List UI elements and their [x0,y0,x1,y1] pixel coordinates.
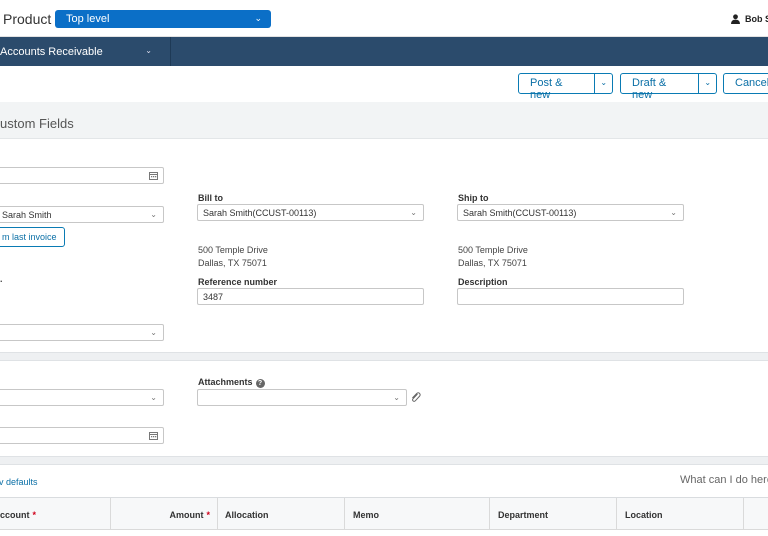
calendar-icon [149,432,158,440]
table-row[interactable] [0,529,768,536]
required-marker: * [206,510,210,520]
description-label: Description [458,277,508,287]
column-department-label: Department [498,510,549,520]
chevron-down-icon: ⌄ [670,208,677,217]
ship-to-select[interactable]: Sarah Smith(CCUST-00113) ⌄ [457,204,684,221]
chevron-down-icon: ⌄ [393,393,400,402]
column-department[interactable]: Department [490,498,617,530]
reference-number-input[interactable]: 3487 [197,288,424,305]
entity-select-value: Top level [66,13,110,25]
bill-to-address-line1: 500 Temple Drive [198,245,268,255]
copy-last-invoice-label: m last invoice [2,232,57,242]
cancel-button-wrap: Cancel [723,73,768,94]
user-icon [731,14,740,24]
entity-select[interactable]: Top level ⌄ [55,10,271,28]
view-defaults-link[interactable]: v defaults [0,477,38,487]
nav-item-accounts-receivable[interactable]: Accounts Receivable ⌄ [0,37,171,66]
section-divider-2 [0,456,768,465]
attachments-label-text: Attachments [198,377,253,387]
column-amount-label: Amount [169,510,204,520]
draft-new-dropdown-button[interactable]: ⌄ [698,74,716,93]
calendar-icon [149,172,158,180]
section-header: ustom Fields [0,102,768,139]
chevron-down-icon: ⌄ [150,210,157,219]
chevron-down-icon: ⌄ [410,208,417,217]
ship-to-label: Ship to [458,193,489,203]
chevron-down-icon: ⌄ [150,328,157,337]
column-account-label: ccount [0,510,30,520]
attachments-select[interactable]: ⌄ [197,389,407,406]
date-field[interactable] [0,167,164,184]
chevron-down-icon: ⌄ [254,13,262,23]
ship-to-address-line2: Dallas, TX 75071 [458,258,527,268]
left-select-field[interactable]: ⌄ [0,324,164,341]
paperclip-icon[interactable] [410,391,421,403]
chevron-down-icon: ⌄ [600,78,608,87]
column-account[interactable]: ccount * [0,498,111,530]
chevron-down-icon: ⌄ [704,78,712,87]
column-memo-label: Memo [353,510,380,520]
customer-select[interactable]: Sarah Smith ⌄ [0,206,164,223]
truncated-label-mark: . [0,274,3,284]
post-new-button-group: Post & new ⌄ [518,73,613,101]
chevron-down-icon: ⌄ [145,46,152,55]
section-divider [0,352,768,361]
draft-new-button[interactable]: Draft & new [621,74,698,101]
column-allocation[interactable]: Allocation [218,498,345,530]
left-select-field-2[interactable]: ⌄ [0,389,164,406]
product-label: Product [3,11,52,27]
ship-to-address-line1: 500 Temple Drive [458,245,528,255]
required-marker: * [32,510,37,520]
post-new-button[interactable]: Post & new [519,74,594,101]
copy-last-invoice-button[interactable]: m last invoice [0,227,65,247]
reference-number-value: 3487 [203,292,224,302]
top-bar: Product Top level ⌄ Bob S [0,0,768,37]
user-menu[interactable]: Bob S [731,14,768,24]
chevron-down-icon: ⌄ [150,393,157,402]
column-location[interactable]: Location [617,498,744,530]
module-nav: Accounts Receivable ⌄ [0,37,768,66]
draft-new-button-group: Draft & new ⌄ [620,73,717,101]
nav-item-label: Accounts Receivable [0,46,103,58]
bill-to-value: Sarah Smith(CCUST-00113) [203,208,317,218]
attachments-label: Attachments? [198,377,265,388]
date-field-2[interactable] [0,427,164,444]
column-location-label: Location [625,510,663,520]
column-amount[interactable]: Amount * [111,498,218,530]
bill-to-address-line2: Dallas, TX 75071 [198,258,267,268]
description-input[interactable] [457,288,684,305]
help-text-link[interactable]: What can I do here [680,474,768,486]
ship-to-value: Sarah Smith(CCUST-00113) [463,208,577,218]
column-allocation-label: Allocation [225,510,269,520]
customer-value: Sarah Smith [2,210,52,220]
bill-to-label: Bill to [198,193,223,203]
bill-to-select[interactable]: Sarah Smith(CCUST-00113) ⌄ [197,204,424,221]
column-memo[interactable]: Memo [345,498,490,530]
reference-number-label: Reference number [198,277,278,287]
user-name: Bob S [745,14,768,24]
cancel-button[interactable]: Cancel [724,74,768,93]
post-new-dropdown-button[interactable]: ⌄ [594,74,612,93]
help-icon[interactable]: ? [255,379,265,388]
section-title: ustom Fields [0,116,74,131]
